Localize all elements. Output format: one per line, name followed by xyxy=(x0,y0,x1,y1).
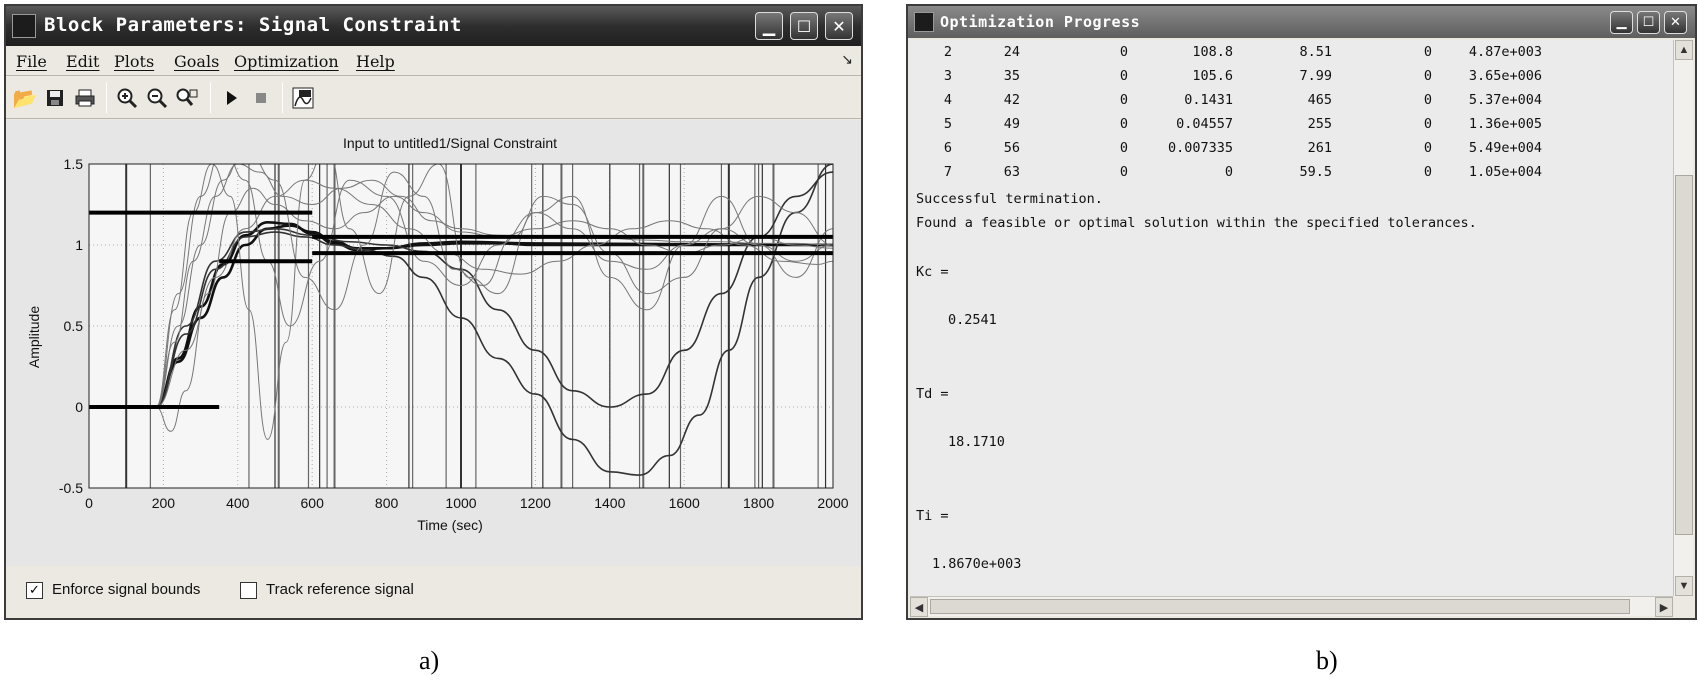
kc-label: Kc = xyxy=(916,264,949,280)
close-button[interactable]: ✕ xyxy=(825,12,853,40)
scroll-up-icon[interactable]: ▲ xyxy=(1675,40,1693,60)
maximize-button[interactable]: ☐ xyxy=(790,12,818,40)
scroll-left-icon[interactable]: ◀ xyxy=(910,597,928,617)
menu-edit[interactable]: Edit xyxy=(66,52,99,71)
x-tick-label: 1800 xyxy=(743,495,774,511)
x-tick-label: 800 xyxy=(375,495,399,511)
arrow-icon[interactable]: ↘ xyxy=(841,51,853,68)
zoom-in-icon[interactable] xyxy=(114,85,140,111)
x-tick-label: 600 xyxy=(301,495,325,511)
title-bar[interactable]: Block Parameters: Signal Constraint ▁ ☐ … xyxy=(6,6,861,46)
zoom-fit-icon[interactable] xyxy=(174,85,200,111)
matlab-icon xyxy=(12,14,36,38)
close-button[interactable]: ✕ xyxy=(1664,11,1687,34)
table-row: 5 49 0 0.04557 255 0 1.36e+005 xyxy=(910,116,1610,136)
zoom-out-icon[interactable] xyxy=(144,85,170,111)
x-tick-label: 0 xyxy=(85,495,93,511)
y-tick-label: 1 xyxy=(75,237,83,253)
matlab-icon xyxy=(914,12,934,32)
kc-value: 0.2541 xyxy=(948,312,997,328)
table-row: 7 63 0 0 59.5 0 1.05e+004 xyxy=(910,164,1610,184)
table-cell: 4.87e+003 xyxy=(1468,44,1542,60)
x-tick-label: 1400 xyxy=(594,495,625,511)
ti-label: Ti = xyxy=(916,508,949,524)
maximize-button[interactable]: ☐ xyxy=(1637,11,1660,34)
enforce-bounds-checkbox[interactable]: ✓ xyxy=(26,582,43,599)
y-tick-label: -0.5 xyxy=(59,480,83,496)
menu-file[interactable]: File xyxy=(16,52,47,71)
table-cell: 1.05e+004 xyxy=(1468,164,1542,180)
scroll-down-icon[interactable]: ▼ xyxy=(1675,576,1693,596)
caption-a: a) xyxy=(419,646,440,675)
table-row: 3 35 0 105.6 7.99 0 3.65e+006 xyxy=(910,68,1610,88)
menu-plots[interactable]: Plots xyxy=(114,52,154,71)
x-tick-label: 400 xyxy=(226,495,250,511)
horizontal-scrollbar[interactable]: ◀ ▶ xyxy=(910,596,1673,617)
menu-optimization[interactable]: Optimization xyxy=(234,52,339,71)
table-cell: 1.36e+005 xyxy=(1468,116,1542,132)
termination-message: Successful termination. xyxy=(916,191,1103,207)
print-icon[interactable] xyxy=(72,85,98,111)
plot-area: Input to untitled1/Signal Constraint Tim… xyxy=(6,120,861,566)
y-tick-label: 1.5 xyxy=(64,156,84,172)
track-reference-checkbox[interactable] xyxy=(240,582,257,599)
table-cell: 5.37e+004 xyxy=(1468,92,1542,108)
caption-b: b) xyxy=(1316,646,1338,675)
td-value: 18.1710 xyxy=(948,434,1005,450)
x-tick-label: 1000 xyxy=(445,495,476,511)
y-tick-label: 0.5 xyxy=(64,318,84,334)
table-row: 2 24 0 108.8 8.51 0 4.87e+003 xyxy=(910,44,1610,64)
signal-constraint-chart[interactable]: Input to untitled1/Signal Constraint Tim… xyxy=(6,120,861,566)
window-title: Optimization Progress xyxy=(940,13,1141,31)
menu-help[interactable]: Help xyxy=(356,52,395,71)
play-icon[interactable] xyxy=(218,85,244,111)
x-tick-label: 1200 xyxy=(520,495,551,511)
x-tick-label: 1600 xyxy=(669,495,700,511)
optimization-progress-window: Optimization Progress ▁ ☐ ✕ 2 24 0 108.8 8.5… xyxy=(906,4,1697,620)
save-icon[interactable] xyxy=(42,85,68,111)
vertical-scrollbar[interactable]: ▲ ▼ xyxy=(1673,40,1693,596)
x-tick-label: 2000 xyxy=(817,495,848,511)
y-axis-label: Amplitude xyxy=(26,306,42,368)
menu-bar: File Edit Plots Goals Optimization Help … xyxy=(6,46,861,76)
toolbar: 📂 xyxy=(6,77,861,119)
enforce-bounds-label: Enforce signal bounds xyxy=(52,581,201,598)
table-row: 4 42 0 0.1431 465 0 5.37e+004 xyxy=(910,92,1610,112)
title-bar[interactable]: Optimization Progress ▁ ☐ ✕ xyxy=(908,6,1695,38)
solution-message: Found a feasible or optimal solution wit… xyxy=(916,215,1477,231)
track-reference-label: Track reference signal xyxy=(266,581,414,598)
menu-goals[interactable]: Goals xyxy=(174,52,219,71)
response-icon[interactable] xyxy=(290,85,316,111)
y-tick-label: 0 xyxy=(75,399,83,415)
x-tick-label: 200 xyxy=(152,495,176,511)
open-icon[interactable]: 📂 xyxy=(12,85,38,111)
window-title: Block Parameters: Signal Constraint xyxy=(44,14,462,36)
minimize-button[interactable]: ▁ xyxy=(755,12,783,40)
stop-icon[interactable] xyxy=(248,85,274,111)
options-row: ✓ Enforce signal bounds Track reference … xyxy=(6,568,861,618)
x-axis-label: Time (sec) xyxy=(417,517,483,533)
table-cell: 3.65e+006 xyxy=(1468,68,1542,84)
td-label: Td = xyxy=(916,386,949,402)
minimize-button[interactable]: ▁ xyxy=(1610,11,1633,34)
progress-console[interactable]: 2 24 0 108.8 8.51 0 4.87e+003 3 35 0 105.6 7.99 0 3.6… xyxy=(910,40,1675,596)
ti-value: 1.8670e+003 xyxy=(932,556,1022,572)
scroll-right-icon[interactable]: ▶ xyxy=(1655,597,1673,617)
chart-title: Input to untitled1/Signal Constraint xyxy=(343,135,557,151)
scroll-thumb[interactable] xyxy=(1675,175,1693,535)
table-cell: 5.49e+004 xyxy=(1468,140,1542,156)
signal-constraint-window: Block Parameters: Signal Constraint ▁ ☐ … xyxy=(4,4,863,620)
table-row: 6 56 0 0.007335 261 0 5.49e+004 xyxy=(910,140,1610,160)
h-scroll-thumb[interactable] xyxy=(930,599,1630,614)
